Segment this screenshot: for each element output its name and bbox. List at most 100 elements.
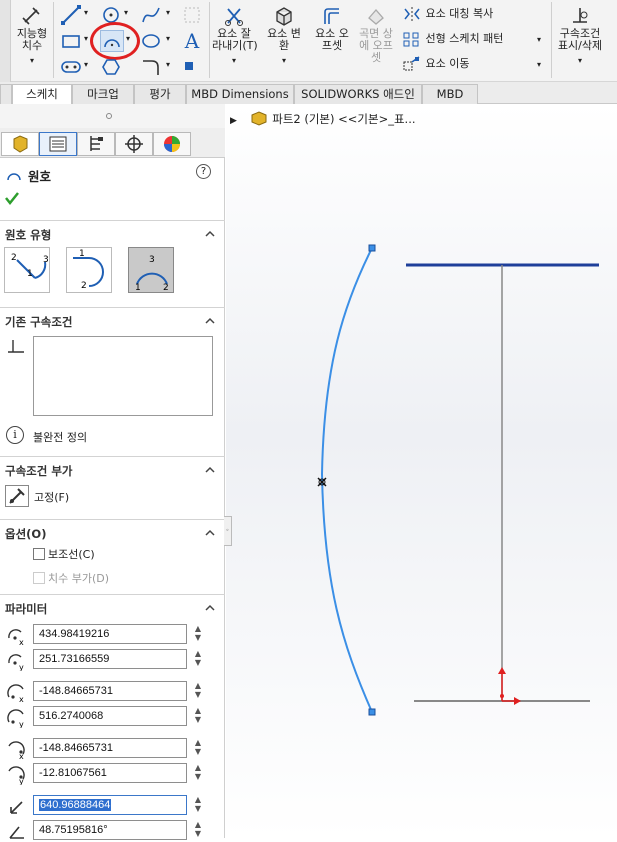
center-x-field[interactable]: 434.98419216 — [33, 624, 187, 644]
radius-icon — [10, 801, 23, 814]
tab-mbd-dimensions[interactable]: MBD Dimensions — [186, 84, 294, 104]
tab-label: 평가 — [149, 87, 171, 101]
chevron-down-icon[interactable]: ▾ — [166, 8, 170, 17]
svg-text:2: 2 — [11, 253, 17, 263]
text-tool-button[interactable]: A — [181, 30, 203, 52]
tab-feature-manager[interactable] — [1, 132, 39, 156]
start-x-field[interactable]: -148.84665731 — [33, 681, 187, 701]
radius-field[interactable]: 640.96888464 — [33, 795, 187, 815]
tab-configuration-manager[interactable] — [77, 132, 115, 156]
field-value: -12.81067561 — [39, 767, 107, 779]
arc-end-point[interactable] — [368, 708, 376, 716]
arc-start-point[interactable] — [368, 244, 376, 252]
tab-features[interactable] — [0, 84, 12, 104]
chevron-up-icon[interactable] — [205, 528, 215, 538]
end-y-field[interactable]: -12.81067561 — [33, 763, 187, 783]
angle-field[interactable]: 48.75195816° — [33, 820, 187, 840]
slot-tool-button[interactable] — [60, 57, 82, 77]
display-delete-relations-button[interactable]: 구속조건 표시/삭제 ▾ — [554, 6, 606, 67]
line-tool-button[interactable] — [60, 4, 82, 26]
text-icon: A — [184, 29, 200, 53]
spin-buttons[interactable]: ▲ ▼ — [193, 795, 203, 815]
chevron-down-icon[interactable]: ▾ — [262, 55, 306, 67]
spin-buttons[interactable]: ▲ ▼ — [193, 706, 203, 726]
linear-pattern-button[interactable]: 선형 스케치 패턴 — [402, 31, 503, 49]
start-y-field[interactable]: 516.2740068 — [33, 706, 187, 726]
center-y-icon: y — [8, 654, 24, 671]
relations-icon — [573, 8, 588, 23]
smart-dimension-icon — [22, 7, 40, 25]
spin-buttons[interactable]: ▲ ▼ — [193, 738, 203, 758]
tab-sketch[interactable]: 스케치 — [12, 84, 72, 105]
spin-buttons[interactable]: ▲ ▼ — [193, 681, 203, 701]
relations-list[interactable] — [33, 336, 213, 416]
field-value: 434.98419216 — [39, 628, 110, 640]
chevron-down-icon[interactable]: ▾ — [14, 55, 50, 67]
add-dimensions-checkbox[interactable] — [33, 572, 45, 584]
ok-checkmark-icon[interactable] — [4, 190, 20, 206]
chevron-down-icon[interactable]: ▾ — [166, 60, 170, 69]
construction-checkbox[interactable] — [33, 548, 45, 560]
chevron-down-icon[interactable]: ▾ — [537, 35, 541, 44]
chevron-up-icon[interactable] — [205, 229, 215, 239]
tab-label: SOLIDWORKS 애드인 — [301, 87, 415, 101]
fix-relation-button[interactable] — [5, 485, 29, 507]
convert-label: 요소 변 환 — [267, 27, 301, 52]
point-tool-button[interactable] — [185, 62, 193, 70]
svg-text:1: 1 — [79, 249, 85, 259]
tab-mbd[interactable]: MBD — [422, 84, 478, 104]
divider — [53, 2, 54, 78]
chevron-down-icon[interactable]: ▾ — [212, 55, 256, 67]
surface-offset-button[interactable]: 곡면 상 에 오프 셋 — [356, 6, 396, 64]
end-x-icon: x — [8, 741, 25, 760]
add-dimensions-checkbox-row[interactable]: 치수 부가(D) — [33, 570, 109, 586]
tab-display-manager[interactable] — [153, 132, 191, 156]
tab-property-manager[interactable] — [39, 132, 77, 156]
convert-entities-button[interactable]: 요소 변 환 ▾ — [262, 6, 306, 67]
tab-evaluate[interactable]: 평가 — [134, 84, 186, 104]
spin-buttons[interactable]: ▲ ▼ — [193, 624, 203, 644]
end-x-field[interactable]: -148.84665731 — [33, 738, 187, 758]
chevron-down-icon[interactable]: ▾ — [84, 60, 88, 69]
tab-dimxpert-manager[interactable] — [115, 132, 153, 156]
smart-dimension-button[interactable]: 지능형 치수 ▾ — [14, 6, 50, 67]
options-section: 옵션(O) 보조선(C) 치수 부가(D) — [0, 519, 225, 589]
tab-solidworks-addins[interactable]: SOLIDWORKS 애드인 — [294, 84, 422, 104]
linear-pattern-label: 선형 스케치 패턴 — [425, 32, 504, 45]
chevron-up-icon[interactable] — [205, 316, 215, 326]
chevron-up-icon[interactable] — [205, 465, 215, 475]
polygon-tool-button[interactable] — [100, 57, 122, 77]
command-ribbon: 지능형 치수 ▾ ▾ ▾ ▾ ▾ ▾ ▾ ▾ ▾ A 요소 잘 라내기(T) ▾ — [0, 0, 617, 82]
construction-checkbox-row[interactable]: 보조선(C) — [33, 546, 95, 562]
three-point-arc-button[interactable]: 1 2 3 — [128, 247, 174, 293]
offset-entities-button[interactable]: 요소 오 프셋 — [310, 6, 354, 52]
rectangle-tool-button[interactable] — [60, 30, 82, 52]
ellipse-tool-button[interactable] — [140, 30, 162, 52]
panel-grip-icon[interactable] — [106, 113, 112, 119]
spin-buttons[interactable]: ▲ ▼ — [193, 763, 203, 783]
chevron-down-icon[interactable]: ▾ — [554, 55, 606, 67]
spin-buttons[interactable]: ▲ ▼ — [193, 820, 203, 840]
graphics-area[interactable]: ◦ ▶ 파트2 (기본) <<기본>_표... — [224, 104, 617, 838]
section-header: 파라미터 — [5, 602, 48, 616]
chevron-down-icon[interactable]: ▾ — [124, 8, 128, 17]
tangent-arc-button[interactable]: 12 — [66, 247, 112, 293]
divider — [209, 2, 210, 78]
chevron-down-icon[interactable]: ▾ — [166, 34, 170, 43]
chevron-up-icon[interactable] — [205, 603, 215, 613]
help-icon[interactable]: ? — [196, 164, 211, 179]
center-point-arc-button[interactable]: 213 — [4, 247, 50, 293]
spline-tool-button[interactable] — [140, 4, 162, 26]
center-y-field[interactable]: 251.73166559 — [33, 649, 187, 669]
spin-buttons[interactable]: ▲ ▼ — [193, 649, 203, 669]
move-entities-button[interactable]: 요소 이동 — [402, 56, 469, 74]
fillet-tool-button[interactable] — [140, 57, 162, 77]
arc-entity[interactable] — [320, 244, 376, 716]
trim-entities-button[interactable]: 요소 잘 라내기(T) ▾ — [212, 6, 258, 67]
tab-markup[interactable]: 마크업 — [72, 84, 134, 104]
chevron-down-icon[interactable]: ▾ — [84, 8, 88, 17]
surface-offset-icon — [368, 9, 384, 25]
chevron-down-icon[interactable]: ▾ — [537, 60, 541, 69]
mirror-entities-button[interactable]: 요소 대칭 복사 — [402, 6, 493, 24]
chevron-down-icon[interactable]: ▾ — [84, 34, 88, 43]
